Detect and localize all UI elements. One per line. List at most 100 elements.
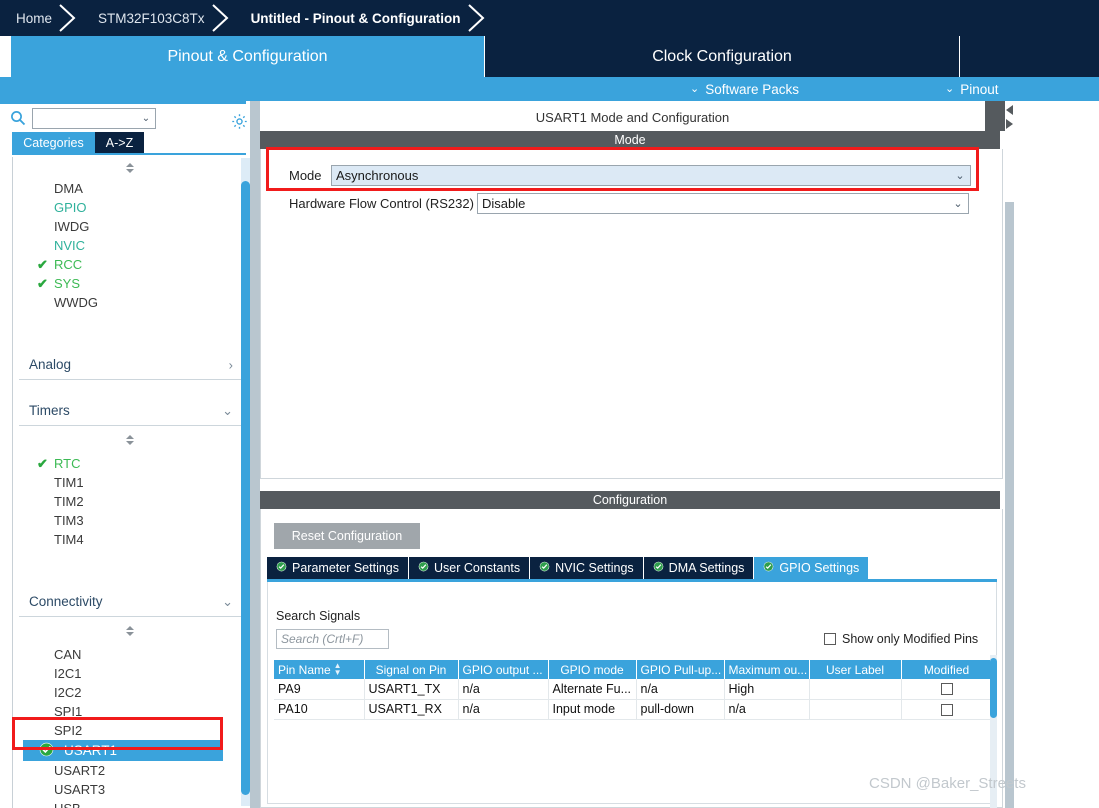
chevron-down-icon-2: ⌄: [945, 82, 955, 95]
modified-checkbox-pa10[interactable]: [940, 703, 953, 716]
table-row[interactable]: PA10 USART1_RX n/a Input mode pull-down …: [274, 699, 993, 720]
hardware-flow-control-select[interactable]: Disable ⌄: [477, 193, 969, 214]
peripheral-usb[interactable]: USB: [13, 799, 246, 808]
scroll-spinner-connectivity[interactable]: [13, 617, 246, 645]
categories-sidebar: ⌄ Categories A->Z DMA GPIO IWDG NVIC ✔ R…: [0, 101, 250, 808]
sidebar-scrollbar-thumb[interactable]: [241, 181, 250, 795]
sidebar-group-connectivity[interactable]: Connectivity ⌄: [19, 587, 241, 617]
peripheral-i2c1[interactable]: I2C1: [13, 664, 246, 683]
show-only-modified-pins-row[interactable]: Show only Modified Pins: [824, 632, 978, 646]
peripheral-spi1[interactable]: SPI1: [13, 702, 246, 721]
sidebar-tab-categories[interactable]: Categories: [12, 132, 95, 153]
peripheral-rtc[interactable]: ✔ RTC: [13, 454, 246, 473]
gpio-settings-panel: Search Signals Search (Crtl+F) Show only…: [267, 582, 997, 808]
cell-user-label[interactable]: [809, 679, 902, 700]
peripheral-wwdg[interactable]: WWDG: [13, 293, 246, 312]
peripheral-spi2[interactable]: SPI2: [13, 721, 246, 740]
cell-gpio-output[interactable]: n/a: [458, 699, 549, 720]
cell-gpio-pullup[interactable]: pull-down: [636, 699, 725, 720]
peripheral-dma[interactable]: DMA: [13, 179, 246, 198]
peripheral-nvic[interactable]: NVIC: [13, 236, 246, 255]
cell-gpio-pullup[interactable]: n/a: [636, 679, 725, 700]
reset-configuration-button[interactable]: Reset Configuration: [274, 523, 420, 549]
chevron-right-icon-analog: ›: [228, 357, 233, 372]
scroll-spinner-system-core[interactable]: [13, 157, 246, 179]
cell-gpio-mode[interactable]: Input mode: [548, 699, 637, 720]
peripheral-tim1-label: TIM1: [54, 475, 84, 490]
modified-checkbox-pa9[interactable]: [940, 683, 953, 696]
breadcrumb-item-current[interactable]: Untitled - Pinout & Configuration: [235, 0, 465, 36]
mode-section-header: Mode: [260, 131, 1000, 149]
sidebar-group-analog[interactable]: Analog ›: [19, 350, 241, 380]
peripheral-usart3[interactable]: USART3: [13, 780, 246, 799]
cell-gpio-mode[interactable]: Alternate Fu...: [548, 679, 637, 700]
search-signals-input[interactable]: Search (Crtl+F): [276, 629, 389, 649]
peripheral-tim2[interactable]: TIM2: [13, 492, 246, 511]
gear-icon[interactable]: [231, 113, 248, 130]
column-header-pin-name-label: Pin Name: [278, 662, 331, 677]
peripheral-sys[interactable]: ✔ SYS: [13, 274, 246, 293]
column-header-gpio-output[interactable]: GPIO output ...: [458, 660, 549, 679]
chevron-down-icon-timers: ⌄: [222, 402, 233, 418]
peripheral-tim1[interactable]: TIM1: [13, 473, 246, 492]
peripheral-can[interactable]: CAN: [13, 645, 246, 664]
column-header-gpio-mode[interactable]: GPIO mode: [548, 660, 637, 679]
cell-maximum-output[interactable]: High: [724, 679, 810, 700]
chevron-down-icon: ⌄: [690, 82, 700, 95]
sidebar-group-timers[interactable]: Timers ⌄: [19, 396, 241, 426]
cell-modified[interactable]: [901, 679, 993, 700]
table-scrollbar-thumb[interactable]: [990, 658, 997, 718]
column-header-gpio-pullup[interactable]: GPIO Pull-up...: [636, 660, 725, 679]
tab-parameter-settings[interactable]: Parameter Settings: [267, 557, 408, 579]
mode-select[interactable]: Asynchronous ⌄: [331, 165, 971, 186]
chevron-down-icon-hfc: ⌄: [953, 198, 963, 210]
tab-nvic-settings[interactable]: NVIC Settings: [530, 557, 643, 579]
cell-signal-on-pin: USART1_RX: [364, 699, 459, 720]
peripheral-rcc[interactable]: ✔ RCC: [13, 255, 246, 274]
peripheral-tim4[interactable]: TIM4: [13, 530, 246, 549]
menu-software-packs[interactable]: ⌄ Software Packs: [690, 77, 799, 101]
search-input[interactable]: ⌄: [32, 107, 156, 129]
column-header-user-label[interactable]: User Label: [809, 660, 902, 679]
sidebar-tab-a-to-z[interactable]: A->Z: [95, 132, 144, 153]
show-only-modified-pins-checkbox[interactable]: [824, 633, 836, 645]
peripheral-iwdg[interactable]: IWDG: [13, 217, 246, 236]
tab-user-constants[interactable]: User Constants: [409, 557, 530, 579]
breadcrumb-item-mcu[interactable]: STM32F103C8Tx: [82, 0, 209, 36]
cell-user-label[interactable]: [809, 699, 902, 720]
sidebar-tree: DMA GPIO IWDG NVIC ✔ RCC ✔ SYS WWDG Anal…: [12, 157, 246, 808]
column-header-modified[interactable]: Modified: [901, 660, 993, 679]
cell-maximum-output[interactable]: n/a: [724, 699, 810, 720]
tab-clock-configuration[interactable]: Clock Configuration: [485, 36, 959, 77]
tab-pinout-configuration[interactable]: Pinout & Configuration: [11, 36, 484, 77]
main-tabbar: Pinout & Configuration Clock Configurati…: [0, 36, 1099, 77]
breadcrumb-item-home[interactable]: Home: [0, 0, 56, 36]
sidebar-splitter[interactable]: [250, 101, 260, 808]
peripheral-sys-label: SYS: [54, 276, 81, 291]
column-header-maximum-output[interactable]: Maximum ou...: [724, 660, 810, 679]
peripheral-usart2[interactable]: USART2: [13, 761, 246, 780]
sidebar-tab-underline: [12, 153, 246, 155]
cell-modified[interactable]: [901, 699, 993, 720]
column-header-signal-on-pin[interactable]: Signal on Pin: [364, 660, 459, 679]
sidebar-group-analog-label: Analog: [29, 357, 72, 372]
scroll-spinner-timers[interactable]: [13, 426, 246, 454]
hardware-flow-control-label: Hardware Flow Control (RS232): [289, 196, 474, 211]
peripheral-i2c2[interactable]: I2C2: [13, 683, 246, 702]
cell-gpio-output[interactable]: n/a: [458, 679, 549, 700]
tab-gpio-settings[interactable]: GPIO Settings: [754, 557, 869, 579]
column-header-pin-name[interactable]: Pin Name ▲ ▼: [274, 660, 365, 679]
check-icon-sys: ✔: [37, 276, 48, 291]
watermark: CSDN @Baker_Streets: [869, 775, 1026, 792]
chevron-down-icon-search[interactable]: ⌄: [137, 113, 155, 124]
peripheral-tim3[interactable]: TIM3: [13, 511, 246, 530]
peripheral-gpio[interactable]: GPIO: [13, 198, 246, 217]
pane-collapse-arrows[interactable]: [1004, 103, 1015, 133]
peripheral-usart1[interactable]: USART1: [23, 740, 223, 761]
check-circle-icon-dma: [653, 561, 664, 575]
tab-dma-settings[interactable]: DMA Settings: [643, 557, 754, 579]
menu-pinout[interactable]: ⌄ Pinout: [945, 77, 999, 101]
peripheral-tim2-label: TIM2: [54, 494, 84, 509]
pane-scrollbar-track[interactable]: [1005, 202, 1014, 808]
table-row[interactable]: PA9 USART1_TX n/a Alternate Fu... n/a Hi…: [274, 679, 993, 700]
